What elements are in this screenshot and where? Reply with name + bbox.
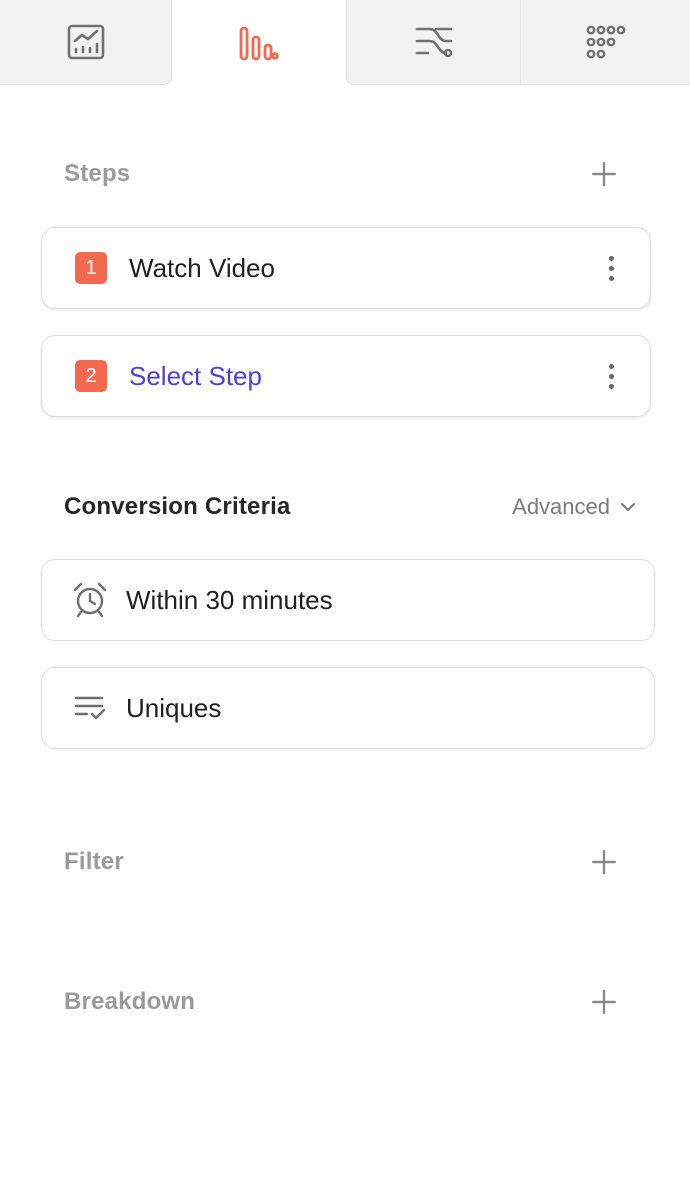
conversion-window-label: Within 30 minutes — [126, 584, 333, 615]
kebab-dot — [608, 383, 614, 389]
filter-title: Filter — [64, 848, 124, 875]
step-menu-button[interactable] — [596, 248, 626, 288]
step-card-1[interactable]: 1 Watch Video — [41, 227, 651, 309]
steps-header: Steps — [64, 154, 618, 194]
conversion-window-selector[interactable]: Within 30 minutes — [41, 559, 655, 641]
counting-method-selector[interactable]: Uniques — [41, 667, 655, 749]
list-check-icon — [70, 688, 110, 728]
report-type-tabs — [0, 0, 690, 86]
insights-chart-icon — [67, 24, 104, 60]
advanced-label: Advanced — [512, 494, 610, 519]
counting-method-label: Uniques — [126, 692, 222, 723]
step-number-badge: 1 — [75, 252, 107, 284]
tab-flows[interactable] — [346, 0, 521, 85]
step-menu-button[interactable] — [596, 356, 626, 396]
add-step-button[interactable] — [590, 160, 618, 188]
tab-retention[interactable] — [521, 0, 690, 85]
flows-icon — [415, 27, 452, 58]
plus-icon — [592, 162, 616, 186]
conversion-criteria-header: Conversion Criteria Advanced — [64, 487, 636, 527]
step-number-badge: 2 — [75, 360, 107, 392]
alarm-clock-icon — [70, 580, 110, 620]
funnel-bars-icon — [239, 26, 279, 61]
chevron-down-icon — [620, 502, 636, 512]
kebab-dot — [608, 275, 614, 281]
step-card-2[interactable]: 2 Select Step — [41, 335, 651, 417]
conversion-criteria-title: Conversion Criteria — [64, 493, 291, 520]
kebab-dot — [608, 265, 614, 271]
kebab-dot — [608, 255, 614, 261]
retention-grid-icon — [586, 25, 625, 59]
kebab-dot — [608, 373, 614, 379]
kebab-dot — [608, 363, 614, 369]
plus-icon — [592, 850, 616, 874]
tab-insights[interactable] — [0, 0, 172, 85]
step-event-label: Watch Video — [129, 252, 275, 283]
select-step-link[interactable]: Select Step — [129, 361, 596, 392]
add-filter-button[interactable] — [590, 848, 618, 876]
tab-funnels[interactable] — [172, 0, 346, 86]
plus-icon — [592, 990, 616, 1014]
filter-header: Filter — [64, 842, 618, 882]
steps-title: Steps — [64, 160, 131, 187]
advanced-dropdown[interactable]: Advanced — [512, 494, 636, 520]
breakdown-header: Breakdown — [64, 982, 618, 1022]
add-breakdown-button[interactable] — [590, 988, 618, 1016]
breakdown-title: Breakdown — [64, 988, 196, 1015]
